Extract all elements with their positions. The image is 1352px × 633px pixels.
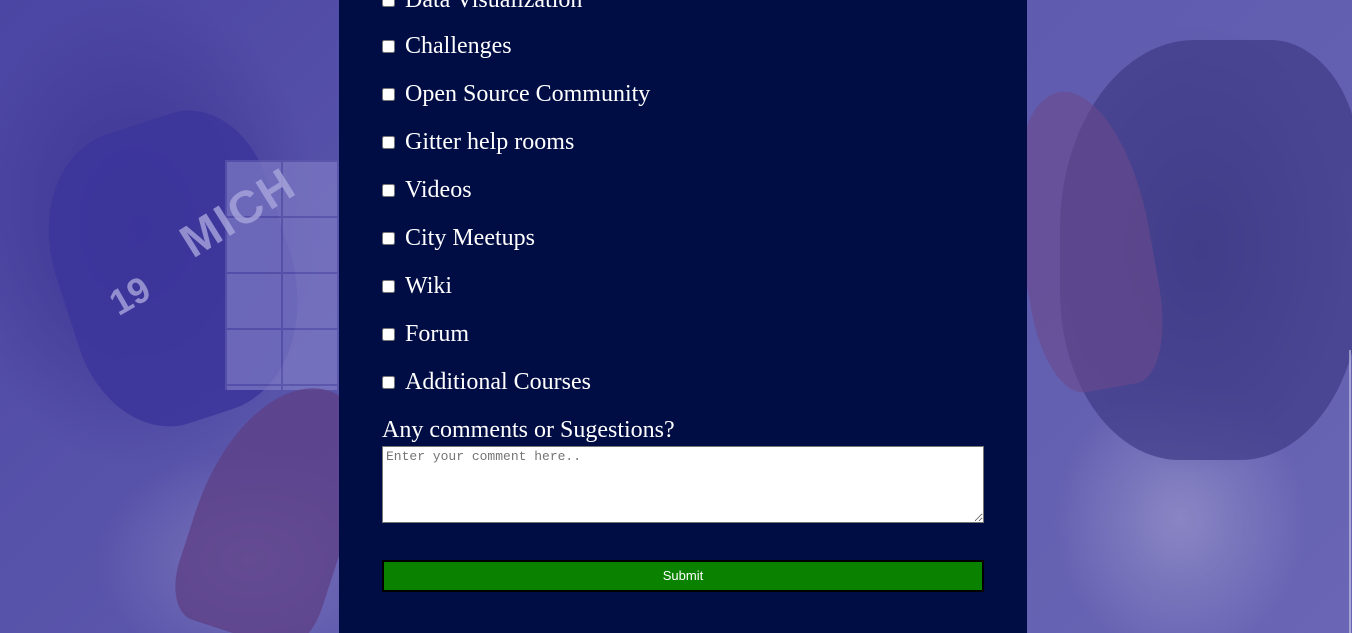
checkbox-open-source-community[interactable]	[382, 87, 395, 101]
option-additional-courses[interactable]: Additional Courses	[382, 369, 591, 395]
checkbox-wiki[interactable]	[382, 279, 395, 293]
checkbox-videos[interactable]	[382, 183, 395, 197]
comments-label: Any comments or Sugestions?	[382, 417, 675, 443]
checkbox-data-visualization[interactable]	[382, 0, 395, 7]
option-challenges[interactable]: Challenges	[382, 33, 512, 59]
checkbox-challenges[interactable]	[382, 39, 395, 53]
survey-form-panel: Data Visualization Challenges Open Sourc…	[339, 0, 1027, 633]
option-city-meetups[interactable]: City Meetups	[382, 225, 535, 251]
option-data-visualization[interactable]: Data Visualization	[382, 0, 582, 13]
submit-button[interactable]: Submit	[382, 560, 984, 592]
option-label: Open Source Community	[405, 81, 651, 107]
option-label: Videos	[405, 177, 472, 203]
option-label: Data Visualization	[405, 0, 583, 13]
checkbox-additional-courses[interactable]	[382, 375, 395, 389]
option-label: Gitter help rooms	[405, 129, 575, 155]
checkbox-gitter-help-rooms[interactable]	[382, 135, 395, 149]
option-label: Challenges	[405, 33, 512, 59]
option-label: Additional Courses	[405, 369, 591, 395]
comments-textarea[interactable]	[382, 446, 984, 523]
option-label: Wiki	[405, 273, 453, 299]
option-videos[interactable]: Videos	[382, 177, 472, 203]
option-wiki[interactable]: Wiki	[382, 273, 452, 299]
option-label: City Meetups	[405, 225, 535, 251]
option-gitter-help-rooms[interactable]: Gitter help rooms	[382, 129, 574, 155]
page-scrollbar[interactable]	[1349, 350, 1351, 633]
checkbox-city-meetups[interactable]	[382, 231, 395, 245]
option-label: Forum	[405, 321, 470, 347]
option-open-source-community[interactable]: Open Source Community	[382, 81, 650, 107]
option-forum[interactable]: Forum	[382, 321, 469, 347]
checkbox-forum[interactable]	[382, 327, 395, 341]
